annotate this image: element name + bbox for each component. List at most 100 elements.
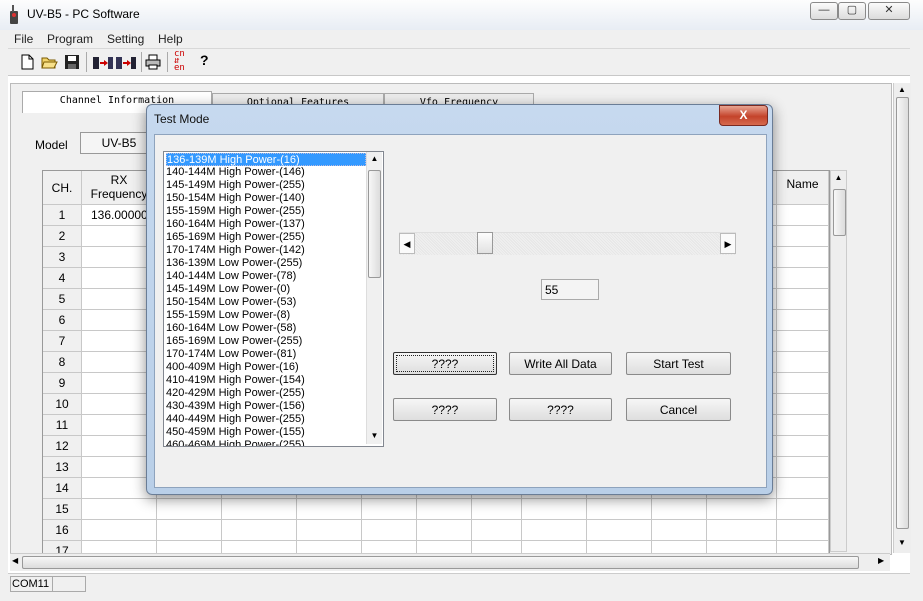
list-item[interactable]: 440-449M High Power-(255) [166,413,305,426]
list-scroll-up-arrow[interactable]: ▲ [369,154,380,163]
unknown-button-2[interactable]: ???? [393,398,497,421]
open-icon[interactable] [40,53,58,71]
grid-cell[interactable] [522,499,587,520]
grid-cell[interactable] [777,394,829,415]
horizontal-scrollbar[interactable]: ◀ ▶ [10,553,890,571]
grid-cell[interactable] [777,436,829,457]
grid-cell[interactable] [777,331,829,352]
grid-scrollbar[interactable]: ▲ [830,170,847,552]
unknown-button-3[interactable]: ???? [509,398,612,421]
list-item[interactable]: 400-409M High Power-(16) [166,361,299,374]
read-radio-icon[interactable] [92,53,114,71]
write-radio-icon[interactable] [115,53,137,71]
scroll-right-arrow[interactable]: ▶ [878,556,884,565]
grid-cell[interactable] [777,352,829,373]
list-scroll-down-arrow[interactable]: ▼ [369,431,380,440]
close-window-button[interactable]: ✕ [868,2,910,20]
write-all-data-button[interactable]: Write All Data [509,352,612,375]
grid-cell[interactable] [297,499,362,520]
list-item[interactable]: 410-419M High Power-(154) [166,374,305,387]
grid-cell[interactable] [82,520,157,541]
power-level-listbox[interactable]: 136-139M High Power-(16) 140-144M High Po… [163,151,384,447]
window-scroll-thumb[interactable] [896,97,909,529]
menu-program[interactable]: Program [47,32,93,46]
list-item[interactable]: 155-159M High Power-(255) [166,205,305,218]
grid-cell[interactable] [362,520,417,541]
list-item[interactable]: 145-149M High Power-(255) [166,179,305,192]
list-item[interactable]: 140-144M High Power-(146) [166,166,305,179]
grid-cell[interactable] [777,205,829,226]
unknown-button-1[interactable]: ???? [393,352,497,375]
grid-cell[interactable] [587,520,652,541]
list-scroll-thumb[interactable] [368,170,381,278]
grid-cell[interactable] [222,499,297,520]
start-test-button[interactable]: Start Test [626,352,731,375]
grid-cell[interactable] [707,520,777,541]
list-item[interactable]: 155-159M Low Power-(8) [166,309,290,322]
grid-cell[interactable] [157,499,222,520]
maximize-button[interactable]: ▢ [838,2,866,20]
list-item[interactable]: 136-139M Low Power-(255) [166,257,302,270]
list-item[interactable]: 160-164M Low Power-(58) [166,322,296,335]
grid-cell[interactable] [707,499,777,520]
cancel-button[interactable]: Cancel [626,398,731,421]
grid-cell[interactable] [777,268,829,289]
grid-cell[interactable] [777,499,829,520]
slider-right-arrow[interactable]: ▶ [720,233,736,254]
window-scroll-down-arrow[interactable]: ▼ [896,538,908,547]
grid-cell[interactable] [472,520,522,541]
grid-cell[interactable] [417,499,472,520]
grid-cell[interactable] [82,499,157,520]
grid-cell[interactable] [417,520,472,541]
scroll-left-arrow[interactable]: ◀ [12,556,18,565]
list-item[interactable]: 140-144M Low Power-(78) [166,270,296,283]
language-icon[interactable]: cn ⇵ en [174,50,192,73]
grid-cell[interactable] [157,520,222,541]
help-icon[interactable]: ? [200,52,218,70]
menu-setting[interactable]: Setting [107,32,144,46]
save-icon[interactable] [63,53,81,71]
grid-cell[interactable] [522,520,587,541]
slider-left-arrow[interactable]: ◀ [399,233,415,254]
grid-cell[interactable] [777,520,829,541]
list-item[interactable]: 150-154M High Power-(140) [166,192,305,205]
grid-cell[interactable] [777,226,829,247]
window-vertical-scrollbar[interactable]: ▲ ▼ [893,83,911,553]
grid-cell[interactable] [777,478,829,499]
list-item[interactable]: 450-459M High Power-(155) [166,426,305,439]
grid-cell[interactable] [587,499,652,520]
grid-cell[interactable] [362,499,417,520]
menu-help[interactable]: Help [158,32,183,46]
list-item[interactable]: 170-174M High Power-(142) [166,244,305,257]
list-item[interactable]: 165-169M High Power-(255) [166,231,305,244]
list-item[interactable]: 170-174M Low Power-(81) [166,348,296,361]
new-icon[interactable] [18,53,36,71]
grid-cell[interactable] [777,457,829,478]
grid-cell[interactable] [777,373,829,394]
grid-cell[interactable] [652,520,707,541]
minimize-button[interactable]: — [810,2,838,20]
list-item[interactable]: 150-154M Low Power-(53) [166,296,296,309]
grid-scroll-thumb[interactable] [833,189,846,236]
list-item[interactable]: 420-429M High Power-(255) [166,387,305,400]
print-icon[interactable] [144,53,162,71]
grid-cell[interactable] [777,415,829,436]
grid-cell[interactable] [777,289,829,310]
grid-cell[interactable] [222,520,297,541]
dialog-close-button[interactable]: X [719,105,768,126]
grid-scroll-up-arrow[interactable]: ▲ [833,173,844,183]
menu-file[interactable]: File [14,32,33,46]
list-item[interactable]: 430-439M High Power-(156) [166,400,305,413]
list-item[interactable]: 136-139M High Power-(16) [166,153,366,166]
grid-cell[interactable] [297,520,362,541]
power-value-field[interactable]: 55 [541,279,599,300]
list-item[interactable]: 160-164M High Power-(137) [166,218,305,231]
slider-thumb[interactable] [477,232,493,254]
listbox-scrollbar[interactable]: ▲ ▼ [366,152,382,444]
list-item[interactable]: 165-169M Low Power-(255) [166,335,302,348]
grid-cell[interactable] [472,499,522,520]
grid-cell[interactable] [777,310,829,331]
power-slider[interactable]: ◀ ▶ [399,232,736,255]
grid-cell[interactable] [777,247,829,268]
window-scroll-up-arrow[interactable]: ▲ [896,85,908,94]
